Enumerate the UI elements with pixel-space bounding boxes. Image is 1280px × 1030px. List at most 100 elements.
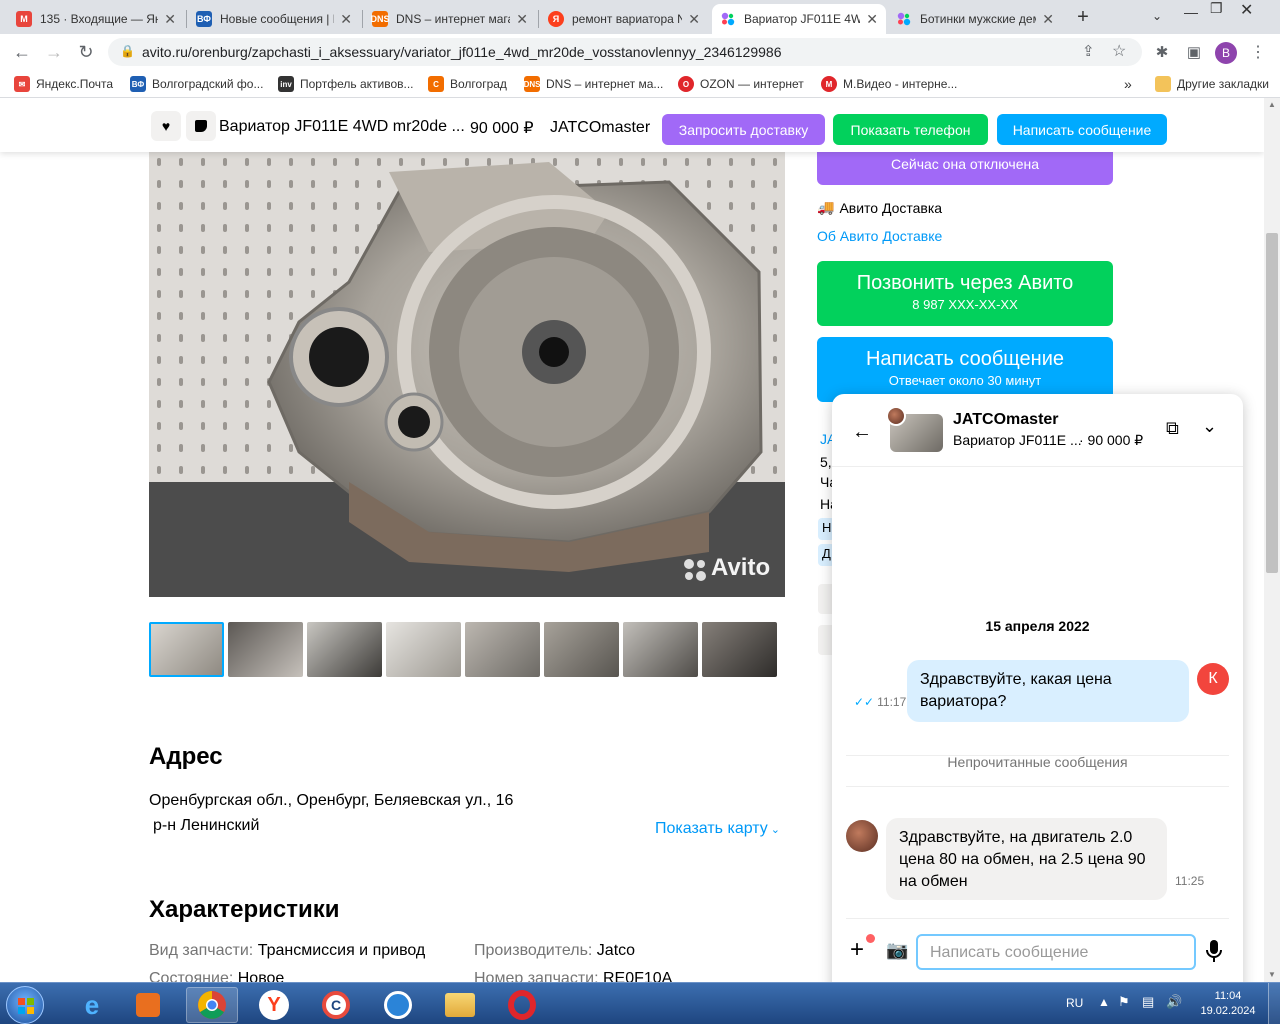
sticky-header: ♥ Вариатор JF011E 4WD mr20de ... 90 000 … <box>0 98 1264 152</box>
minimize-icon[interactable]: — <box>1184 4 1198 20</box>
close-icon[interactable]: ✕ <box>866 11 878 28</box>
seller-avatar <box>886 406 906 426</box>
taskbar-yandex-browser[interactable]: Y <box>248 987 300 1023</box>
bookmark-volgograd-forum[interactable]: ВФ Волгоградский фо... <box>130 76 263 92</box>
thumbnail-1[interactable] <box>149 622 224 677</box>
microphone-icon[interactable] <box>1206 938 1222 964</box>
write-message-big-button[interactable]: Написать сообщение Отвечает около 30 мин… <box>817 337 1113 402</box>
tab-avito-variator[interactable]: Вариатор JF011E 4WD ✕ <box>712 4 886 34</box>
share-icon[interactable]: ⇪ <box>1082 42 1095 60</box>
open-external-icon[interactable]: ⧉ <box>1166 418 1179 439</box>
vf-icon: ВФ <box>130 76 146 92</box>
thumbnail-5[interactable] <box>465 622 540 677</box>
bookmark-mvideo[interactable]: M М.Видео - интерне... <box>821 76 957 92</box>
thumbnail-7[interactable] <box>623 622 698 677</box>
action-center-icon[interactable]: ⚑ <box>1118 994 1130 1010</box>
show-map-link[interactable]: Показать карту ⌄ <box>655 820 780 838</box>
my-message-time: ✓✓ 11:17 <box>854 695 907 709</box>
my-message-bubble: Здравствуйте, какая цена вариатора? <box>907 660 1189 722</box>
bookmark-dns[interactable]: DNS DNS – интернет ма... <box>524 76 663 92</box>
bookmark-yandex-mail[interactable]: ✉ Яндекс.Почта <box>14 76 113 92</box>
thumbnail-4[interactable] <box>386 622 461 677</box>
tab-dns[interactable]: DNS DNS – интернет магазин ✕ <box>364 4 536 34</box>
bookmark-other-folder[interactable]: Другие закладки <box>1155 76 1269 92</box>
dns-icon: DNS <box>371 11 390 27</box>
windows-logo-icon <box>18 998 34 1014</box>
specs-heading: Характеристики <box>149 896 340 923</box>
start-button[interactable] <box>6 986 44 1024</box>
language-indicator[interactable]: RU <box>1066 996 1083 1010</box>
tab-mail[interactable]: M 135 · Входящие — Яндекс Почта ✕ <box>8 4 184 34</box>
forward-button[interactable]: → <box>42 40 66 64</box>
sticky-price: 90 000 ₽ <box>470 120 534 137</box>
extensions-icon[interactable]: ✱ <box>1150 40 1174 64</box>
address-bar[interactable]: 🔒 avito.ru/orenburg/zapchasti_i_aksessua… <box>108 38 1142 66</box>
show-desktop-button[interactable] <box>1268 983 1280 1025</box>
tray-clock[interactable]: 11:04 19.02.2024 <box>1200 989 1256 1019</box>
close-icon[interactable]: ✕ <box>516 11 528 28</box>
bookmarks-overflow[interactable]: » <box>1124 76 1132 92</box>
new-tab-button[interactable]: + <box>1072 6 1094 28</box>
chat-message-input[interactable]: Написать сообщение <box>916 934 1196 970</box>
thumbnail-2[interactable] <box>228 622 303 677</box>
taskbar-chrome[interactable] <box>186 987 238 1023</box>
main-photo[interactable]: Avito <box>149 152 785 597</box>
bookmark-star-icon[interactable]: ☆ <box>1112 41 1126 61</box>
show-phone-button[interactable]: Показать телефон <box>833 114 988 145</box>
side-panel-icon[interactable]: ▣ <box>1182 40 1206 64</box>
close-icon[interactable]: ✕ <box>340 11 352 28</box>
back-button[interactable]: ← <box>10 40 34 64</box>
scroll-thumb[interactable] <box>1266 233 1278 573</box>
thumbnail-6[interactable] <box>544 622 619 677</box>
taskbar-ie[interactable]: e <box>66 987 118 1023</box>
tab-forum[interactable]: ВФ Новые сообщения | Волгоградский ✕ <box>188 4 360 34</box>
bookmark-volgograd[interactable]: C Волгоград <box>428 76 507 92</box>
taskbar-media-player[interactable] <box>122 987 174 1023</box>
camera-icon[interactable]: 📷 <box>886 940 908 961</box>
reload-button[interactable]: ↻ <box>74 40 98 64</box>
tab-search-icon[interactable]: ⌄ <box>1152 9 1162 23</box>
scroll-up-icon[interactable]: ▲ <box>1268 100 1276 109</box>
tab-yandex-search[interactable]: Я ремонт вариатора Nissan ✕ <box>540 4 708 34</box>
bookmark-ozon[interactable]: O OZON — интернет <box>678 76 804 92</box>
spec-part-number: Номер запчасти: RE0F10A <box>474 970 673 982</box>
folder-icon <box>1155 76 1171 92</box>
yandex-icon: Я <box>548 11 564 27</box>
volume-icon[interactable]: 🔊 <box>1166 994 1182 1010</box>
close-icon[interactable]: ✕ <box>1042 11 1054 28</box>
window-close-icon[interactable]: ✕ <box>1240 0 1253 20</box>
request-delivery-button[interactable]: Запросить доставку <box>662 114 825 145</box>
taskbar-app-swirl[interactable] <box>372 987 424 1023</box>
thumbnail-3[interactable] <box>307 622 382 677</box>
call-via-avito-button[interactable]: Позвонить через Авито 8 987 XXX-XX-XX <box>817 261 1113 326</box>
address-line: Оренбургская обл., Оренбург, Беляевская … <box>149 792 514 809</box>
network-icon[interactable]: ▤ <box>1142 994 1154 1010</box>
bookmark-portfolio[interactable]: inv Портфель активов... <box>278 76 414 92</box>
profile-avatar[interactable]: B <box>1215 42 1237 64</box>
page-content: ♥ Вариатор JF011E 4WD mr20de ... 90 000 … <box>0 98 1264 982</box>
sticky-seller[interactable]: JATCOmaster <box>550 119 650 137</box>
close-icon[interactable]: ✕ <box>688 11 700 28</box>
close-icon[interactable]: ✕ <box>164 11 176 28</box>
windows-taskbar: e Y C RU ▲ ⚑ ▤ 🔊 11:04 19.02.2024 <box>0 982 1280 1025</box>
tab-avito-boots[interactable]: Ботинки мужские демисезон ✕ <box>888 4 1062 34</box>
page-scrollbar[interactable]: ▲ ▼ <box>1264 98 1280 982</box>
write-message-button[interactable]: Написать сообщение <box>997 114 1167 145</box>
chevron-down-icon[interactable]: ⌄ <box>1202 416 1217 437</box>
restore-icon[interactable]: ❐ <box>1210 0 1223 17</box>
taskbar-opera[interactable] <box>496 987 548 1023</box>
taskbar-app-c[interactable]: C <box>310 987 362 1023</box>
scroll-down-icon[interactable]: ▼ <box>1268 970 1276 979</box>
taskbar-explorer[interactable] <box>434 987 486 1023</box>
note-button[interactable] <box>186 111 216 141</box>
attach-plus-icon[interactable]: + <box>850 938 864 962</box>
unread-label: Непрочитанные сообщения <box>947 754 1128 770</box>
thumbnail-8[interactable] <box>702 622 777 677</box>
chat-back-icon[interactable]: ← <box>852 421 872 444</box>
favorite-button[interactable]: ♥ <box>151 111 181 141</box>
about-delivery-link[interactable]: Об Авито Доставке <box>817 228 942 244</box>
menu-icon[interactable]: ⋮ <box>1246 40 1270 64</box>
address-district: р-н Ленинский <box>153 817 260 834</box>
tray-expand-icon[interactable]: ▲ <box>1098 995 1110 1009</box>
double-check-icon: ✓✓ <box>854 695 875 709</box>
